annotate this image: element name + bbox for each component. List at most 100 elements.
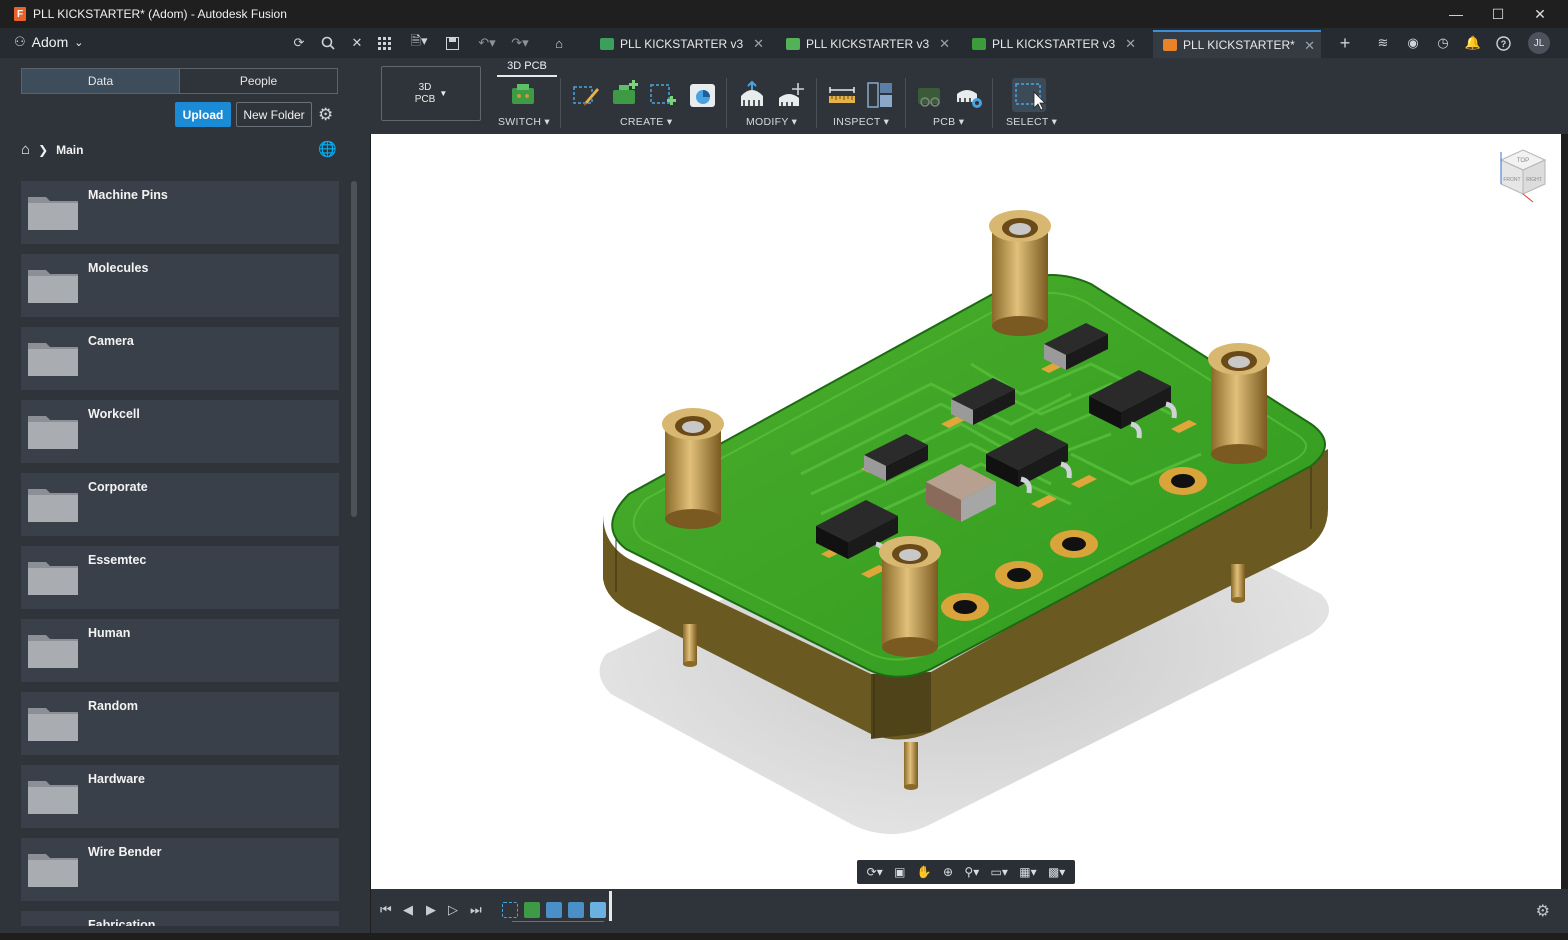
folder-item[interactable]: Hardware xyxy=(21,765,339,828)
zoom-icon[interactable]: ⊕ xyxy=(943,865,953,879)
data-people-switch: Data People xyxy=(21,68,338,94)
home-icon[interactable]: ⌂ xyxy=(550,34,568,52)
toolbar-separator xyxy=(726,78,727,128)
display-settings-icon[interactable]: ▭▾ xyxy=(991,865,1008,879)
toolbar-separator xyxy=(905,78,906,128)
folder-item[interactable]: Corporate xyxy=(21,473,339,536)
tab-pll-kickstarter-v3-2[interactable]: PLL KICKSTARTER v3 ✕ xyxy=(776,30,956,58)
home-icon[interactable]: ⌂ xyxy=(21,141,30,158)
close-tab-icon[interactable]: ✕ xyxy=(753,36,764,52)
grid-settings-icon[interactable]: ▦▾ xyxy=(1019,865,1036,879)
folder-item[interactable]: Random xyxy=(21,692,339,755)
user-avatar[interactable]: JL xyxy=(1528,32,1550,54)
job-status-icon[interactable]: ◷ xyxy=(1434,34,1452,52)
folder-item[interactable]: Wire Bender xyxy=(21,838,339,901)
upload-button[interactable]: Upload xyxy=(175,102,231,127)
pan-hand-icon[interactable]: ✋ xyxy=(917,865,932,879)
3d-doc-icon xyxy=(1163,39,1177,51)
timeline-feature-board[interactable] xyxy=(524,902,540,918)
apps-grid-icon[interactable] xyxy=(375,34,393,52)
tab-3d-pcb[interactable]: 3D PCB xyxy=(497,60,557,77)
folder-item[interactable]: Camera xyxy=(21,327,339,390)
folder-item[interactable]: Machine Pins xyxy=(21,181,339,244)
select-menu[interactable]: SELECT ▾ xyxy=(1006,116,1057,128)
timeline-feature-component[interactable] xyxy=(546,902,562,918)
notifications-bell-icon[interactable]: 🔔 xyxy=(1464,34,1482,52)
tab-people[interactable]: People xyxy=(180,69,337,93)
timeline-feature-component[interactable] xyxy=(568,902,584,918)
file-menu-icon[interactable]: 🗎▾ xyxy=(406,33,432,52)
look-at-icon[interactable]: ▣ xyxy=(894,865,905,879)
redo-icon[interactable]: ↷▾ xyxy=(507,34,533,52)
search-icon[interactable] xyxy=(319,34,337,52)
folder-item[interactable]: Workcell xyxy=(21,400,339,463)
maximize-button[interactable]: ☐ xyxy=(1476,0,1520,28)
viewcube-front-label: FRONT xyxy=(1503,177,1520,183)
new-tab-icon[interactable]: + xyxy=(1336,33,1354,53)
inspect-section-analysis-icon[interactable] xyxy=(865,80,895,110)
switch-to-pcb-icon[interactable] xyxy=(509,80,539,110)
go-to-start-icon[interactable]: ⏮ xyxy=(380,902,392,918)
refresh-icon[interactable]: ⟳ xyxy=(290,34,308,52)
close-tab-icon[interactable]: ✕ xyxy=(1304,38,1315,54)
tab-data[interactable]: Data xyxy=(22,69,180,93)
create-menu[interactable]: CREATE ▾ xyxy=(620,116,672,128)
fusion-app-icon: F xyxy=(14,7,26,21)
folder-list-scrollbar[interactable] xyxy=(351,181,357,517)
inspect-menu[interactable]: INSPECT ▾ xyxy=(833,116,889,128)
folder-item[interactable]: Molecules xyxy=(21,254,339,317)
close-tab-icon[interactable]: ✕ xyxy=(939,36,950,52)
pcb-route-icon[interactable] xyxy=(915,80,945,110)
extensions-icon[interactable]: ≋ xyxy=(1374,34,1392,52)
viewports-icon[interactable]: ▩▾ xyxy=(1048,865,1065,879)
3d-viewport[interactable]: TOP FRONT RIGHT ⟳▾ ▣ ✋ ⊕ ⚲▾ ▭▾ ▦▾ ▩▾ xyxy=(371,134,1561,889)
viewcube[interactable]: TOP FRONT RIGHT xyxy=(1499,149,1547,203)
folder-item[interactable]: Fabrication xyxy=(21,911,339,926)
online-status-icon[interactable]: ◉ xyxy=(1404,34,1422,52)
timeline-feature-extrude[interactable] xyxy=(590,902,606,918)
folder-item[interactable]: Human xyxy=(21,619,339,682)
close-window-button[interactable]: ✕ xyxy=(1518,0,1562,28)
workspace-switcher[interactable]: 3D PCB ▼ xyxy=(381,66,481,121)
create-component-icon[interactable] xyxy=(610,80,640,110)
save-icon[interactable] xyxy=(443,34,461,52)
gear-icon[interactable]: ⚙ xyxy=(318,105,333,125)
zoom-window-icon[interactable]: ⚲▾ xyxy=(964,865,979,879)
navigation-bar: ⟳▾ ▣ ✋ ⊕ ⚲▾ ▭▾ ▦▾ ▩▾ xyxy=(857,860,1075,884)
undo-icon[interactable]: ↶▾ xyxy=(474,34,500,52)
create-board-outline-icon[interactable] xyxy=(648,80,678,110)
pcb-settings-icon[interactable] xyxy=(954,80,984,110)
new-folder-button[interactable]: New Folder xyxy=(236,102,312,127)
help-icon[interactable]: ? xyxy=(1494,34,1512,52)
team-switcher[interactable]: ⚇ Adom ⌄ xyxy=(14,34,83,50)
close-panel-icon[interactable]: ✕ xyxy=(348,34,366,52)
minimize-button[interactable]: — xyxy=(1434,0,1478,28)
close-tab-icon[interactable]: ✕ xyxy=(1125,36,1136,52)
play-icon[interactable]: ▶ xyxy=(426,902,436,918)
pcb-3d-model[interactable]: TOP FRONT RIGHT xyxy=(371,134,1561,889)
breadcrumb-main[interactable]: Main xyxy=(56,143,83,157)
orbit-icon[interactable]: ⟳▾ xyxy=(867,865,883,879)
switch-menu[interactable]: SWITCH ▾ xyxy=(498,116,550,128)
create-3d-model-icon[interactable] xyxy=(688,80,718,110)
tab-pll-kickstarter-v3-3[interactable]: PLL KICKSTARTER v3 ✕ xyxy=(962,30,1142,58)
folder-list: Machine Pins Molecules Camera Workcell C… xyxy=(21,181,339,926)
select-window-icon[interactable] xyxy=(1012,78,1046,112)
modify-move-icon[interactable] xyxy=(776,80,806,110)
tab-pll-kickstarter-v3-1[interactable]: PLL KICKSTARTER v3 ✕ xyxy=(590,30,770,58)
go-to-end-icon[interactable]: ⏭ xyxy=(470,902,482,918)
toolbar-separator xyxy=(992,78,993,128)
modify-menu[interactable]: MODIFY ▾ xyxy=(746,116,797,128)
pcb-menu[interactable]: PCB ▾ xyxy=(933,116,964,128)
timeline-marker[interactable] xyxy=(609,891,612,921)
gear-icon[interactable]: ⚙ xyxy=(1536,901,1550,921)
folder-item[interactable]: Essemtec xyxy=(21,546,339,609)
create-sketch-outline-icon[interactable] xyxy=(571,80,601,110)
inspect-measure-icon[interactable] xyxy=(827,80,857,110)
globe-icon[interactable]: 🌐 xyxy=(318,140,337,158)
tab-pll-kickstarter-active[interactable]: PLL KICKSTARTER* ✕ xyxy=(1153,30,1321,58)
step-back-icon[interactable]: ◀​ xyxy=(403,902,413,918)
timeline-feature-sketch[interactable] xyxy=(502,902,518,918)
step-forward-icon[interactable]: ▷ xyxy=(448,902,458,918)
modify-push-pull-icon[interactable] xyxy=(737,80,767,110)
